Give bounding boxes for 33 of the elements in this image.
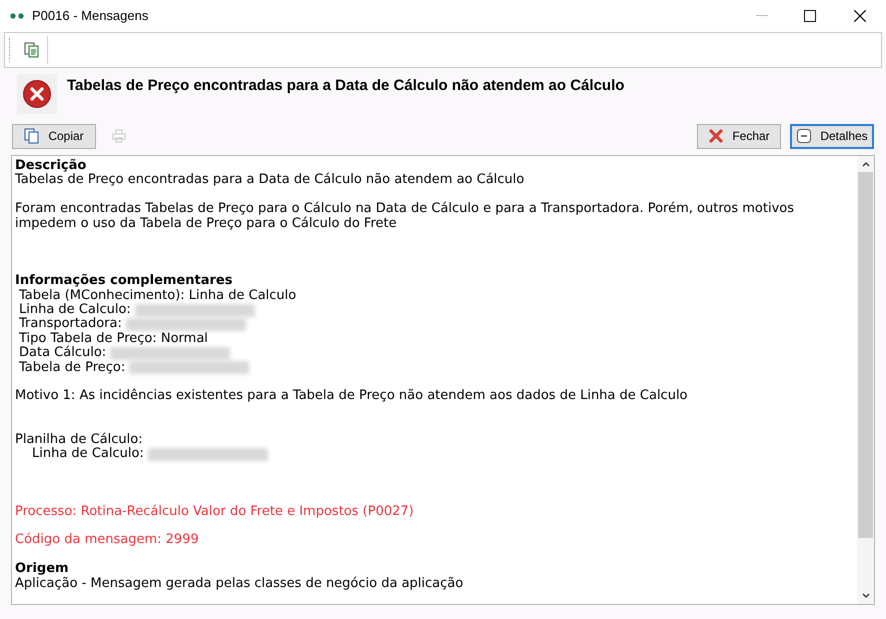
- window-title: P0016 - Mensagens: [32, 7, 148, 26]
- detail-field: Tabela (MConhecimento): Linha de Calculo: [15, 288, 296, 303]
- app-icon: [10, 13, 24, 19]
- detail-field: Data Cálculo:: [15, 346, 106, 361]
- documents-icon: [24, 42, 40, 58]
- scroll-down-icon[interactable]: [862, 593, 870, 598]
- alert-text: Código da mensagem: 2999: [15, 533, 199, 548]
- scroll-up-icon[interactable]: [862, 162, 870, 167]
- scrollbar[interactable]: [857, 156, 874, 604]
- detail-field: Tipo Tabela de Preço: Normal: [15, 332, 208, 346]
- section-heading: Origem: [15, 562, 69, 576]
- detail-text: Motivo 1: As incidências existentes para a Tabela de Preço não atendem aos dados de Linha de Calculo: [15, 389, 688, 404]
- section-heading: Informações complementares: [15, 274, 232, 289]
- alert-text: Processo: Rotina-Recálculo Valor do Frete e Impostos (P0027): [15, 504, 414, 519]
- details-button[interactable]: Detalhes: [790, 124, 874, 148]
- detail-text: Planilha de Cálculo:: [15, 432, 143, 447]
- detail-field: Linha de Calculo:: [15, 303, 131, 318]
- close-button[interactable]: Fechar: [697, 124, 781, 148]
- detail-text: Foram encontradas Tabelas de Preço para o Cálculo na Data de Cálculo e para a Transportadora. Porém, outros motivos impedem o uso da Tabela de Preço para o Cálculo do Frete: [15, 202, 795, 232]
- section-heading: Descrição: [15, 159, 86, 173]
- message-title: Tabelas de Preço encontradas para a Data de Cálculo não atendem ao Cálculo: [67, 76, 624, 96]
- detail-text: Aplicação - Mensagem gerada pelas classes de negócio da aplicação: [15, 576, 464, 591]
- detail-text: Tabelas de Preço encontradas para a Data de Cálculo não atendem ao Cálculo: [15, 173, 524, 188]
- detail-field: Transportadora:: [15, 317, 122, 332]
- detail-field: Linha de Calculo:: [15, 447, 144, 462]
- detail-field: Tabela de Preço:: [15, 360, 126, 376]
- scrollbar-thumb[interactable]: [858, 172, 873, 538]
- maximize-icon[interactable]: [804, 10, 816, 22]
- collapse-icon: [796, 128, 812, 144]
- close-icon: [708, 128, 724, 144]
- documents-icon: [24, 128, 40, 144]
- copy-button[interactable]: Copiar: [12, 124, 96, 148]
- close-icon[interactable]: [854, 10, 866, 22]
